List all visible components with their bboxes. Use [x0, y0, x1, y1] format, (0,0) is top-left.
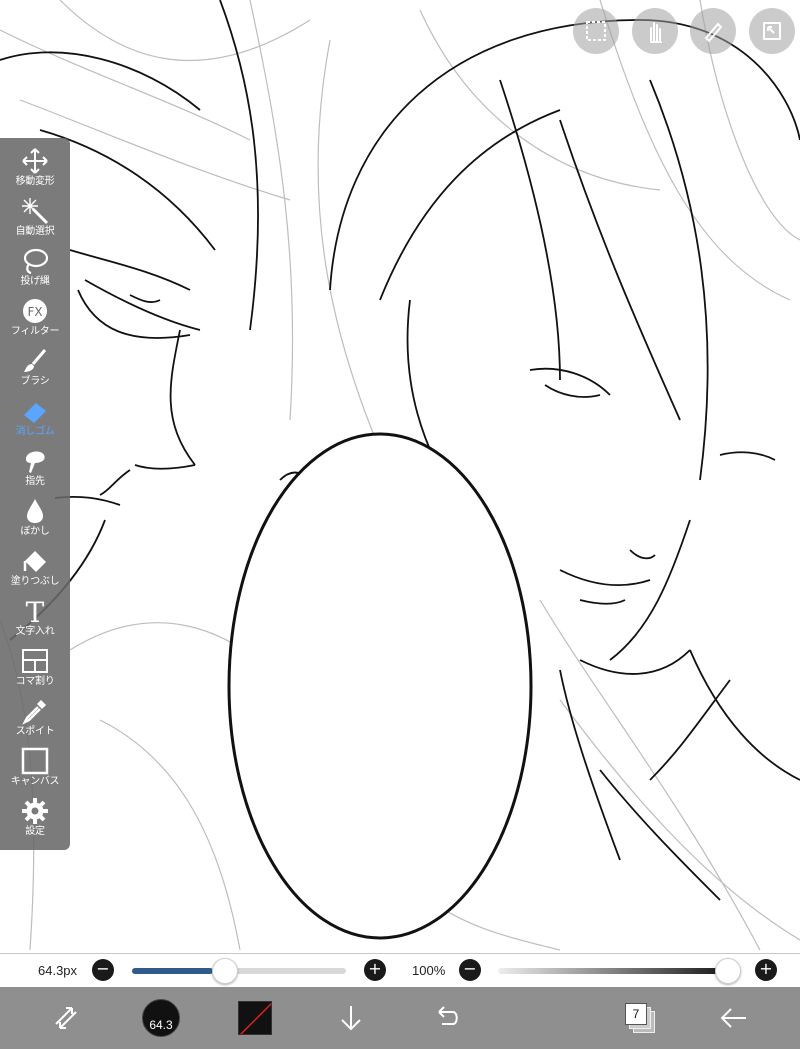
- eraser-icon: [24, 403, 46, 423]
- tool-label: 設定: [25, 826, 45, 837]
- brush-size-value: 64.3px: [38, 963, 78, 978]
- arrow-down-icon: [341, 1006, 361, 1031]
- opacity-increase-button[interactable]: +: [755, 959, 777, 981]
- layers-button[interactable]: 7: [622, 997, 658, 1039]
- svg-text:FX: FX: [27, 305, 42, 319]
- tool-canvas[interactable]: キャンバス: [0, 746, 70, 796]
- tool-frame[interactable]: コマ割り: [0, 646, 70, 696]
- pen-icon: [704, 22, 723, 43]
- tool-label: キャンバス: [10, 776, 60, 787]
- tool-label: 文字入れ: [15, 626, 55, 637]
- canvas-icon: [21, 747, 49, 775]
- tool-settings[interactable]: 設定: [0, 796, 70, 846]
- layer-count: 7: [625, 1003, 647, 1025]
- tool-label: 指先: [25, 476, 45, 487]
- lasso-icon: [23, 248, 49, 275]
- tool-label: 自動選択: [15, 226, 55, 237]
- tool-label: 移動変形: [15, 176, 55, 187]
- drawing-canvas[interactable]: [0, 0, 800, 1049]
- size-slider-thumb[interactable]: [212, 958, 239, 984]
- bottom-toolbar: 64.3 7: [0, 987, 800, 1049]
- arrow-left-icon: [720, 1008, 746, 1028]
- size-decrease-button[interactable]: −: [92, 959, 114, 981]
- color-button[interactable]: [237, 997, 273, 1039]
- gear-icon: [22, 798, 48, 824]
- size-increase-button[interactable]: +: [364, 959, 386, 981]
- tool-label: フィルター: [10, 326, 60, 337]
- magic-wand-icon: [22, 198, 49, 225]
- tool-magic-wand[interactable]: 自動選択: [0, 196, 70, 246]
- hand-touch-icon: [650, 22, 662, 43]
- tool-label: ぼかし: [20, 526, 50, 537]
- rotate-arrows-icon: [55, 1007, 77, 1029]
- transform-rotate-button[interactable]: [48, 997, 84, 1039]
- tool-lasso[interactable]: 投げ縄: [0, 246, 70, 296]
- color-swatch: [238, 1001, 272, 1035]
- brush-icon: [24, 349, 47, 372]
- bucket-icon: [23, 551, 46, 572]
- tool-filter[interactable]: FX フィルター: [0, 296, 70, 346]
- slider-bar: 64.3px − + 100% − +: [0, 953, 800, 987]
- opacity-slider-track[interactable]: [498, 968, 734, 974]
- selection-toggle-button[interactable]: [573, 8, 619, 54]
- undo-icon: [438, 1006, 458, 1025]
- tool-eraser[interactable]: 消しゴム: [0, 396, 70, 446]
- opacity-value: 100%: [412, 963, 446, 978]
- tool-text[interactable]: T 文字入れ: [0, 596, 70, 646]
- fx-icon: FX: [23, 299, 47, 323]
- tool-smudge[interactable]: 指先: [0, 446, 70, 496]
- brush-size-button[interactable]: 64.3: [141, 997, 181, 1039]
- dashed-selection-icon: [586, 21, 606, 41]
- brush-size-preview: 64.3: [142, 999, 180, 1037]
- tool-move[interactable]: 移動変形: [0, 146, 70, 196]
- opacity-slider-thumb[interactable]: [715, 958, 741, 984]
- layers-icon: 7: [625, 1003, 655, 1033]
- smudge-icon: [26, 451, 45, 473]
- tool-fill[interactable]: 塗りつぶし: [0, 546, 70, 596]
- tool-label: 消しゴム: [15, 426, 55, 437]
- touch-gesture-button[interactable]: [632, 8, 678, 54]
- fullscreen-icon: [763, 22, 781, 40]
- blur-drop-icon: [27, 499, 43, 523]
- download-button[interactable]: [333, 997, 369, 1039]
- frame-divider-icon: [22, 649, 48, 673]
- fullscreen-button[interactable]: [749, 8, 795, 54]
- tool-brush[interactable]: ブラシ: [0, 346, 70, 396]
- size-slider-fill: [132, 968, 214, 974]
- pen-mode-button[interactable]: [690, 8, 736, 54]
- tool-label: コマ割り: [15, 676, 55, 687]
- move-arrows-icon: [22, 148, 48, 174]
- svg-text:T: T: [26, 597, 45, 625]
- tool-label: 塗りつぶし: [10, 576, 60, 587]
- tool-palette: 移動変形 自動選択 投げ縄 FX フィルター ブラシ 消しゴム 指先 ぼかし 塗…: [0, 138, 70, 850]
- undo-button[interactable]: [428, 997, 464, 1039]
- tool-label: 投げ縄: [20, 276, 50, 287]
- color-slash-icon: [239, 1002, 271, 1034]
- back-button[interactable]: [716, 997, 752, 1039]
- text-icon: T: [26, 597, 45, 625]
- tool-blur[interactable]: ぼかし: [0, 496, 70, 546]
- tool-eyedropper[interactable]: スポイト: [0, 696, 70, 746]
- opacity-decrease-button[interactable]: −: [459, 959, 481, 981]
- tool-label: ブラシ: [20, 376, 50, 387]
- eyedropper-icon: [22, 700, 46, 725]
- tool-label: スポイト: [15, 726, 55, 737]
